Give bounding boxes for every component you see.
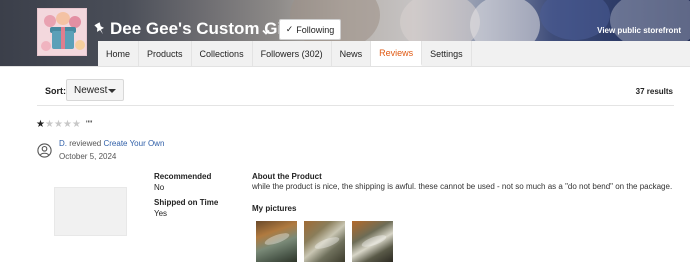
check-icon: ✓ <box>285 24 294 34</box>
review-title: "" <box>86 119 93 129</box>
chevron-down-icon[interactable] <box>261 24 271 35</box>
review-picture[interactable] <box>304 221 345 262</box>
tab-news[interactable]: News <box>331 41 372 66</box>
nav-divider <box>0 66 690 67</box>
shipped-on-time-label: Shipped on Time <box>154 198 219 207</box>
product-link[interactable]: Create Your Own <box>103 139 164 148</box>
star-rating: ★ ★ ★ ★ ★ <box>36 119 81 130</box>
tab-home[interactable]: Home <box>98 41 140 66</box>
sort-divider <box>37 105 674 106</box>
user-avatar-icon <box>37 143 52 158</box>
review-body: while the product is nice, the shipping … <box>252 182 673 191</box>
review-picture[interactable] <box>256 221 297 262</box>
recommended-value: No <box>154 183 165 192</box>
tab-reviews[interactable]: Reviews <box>371 41 423 66</box>
following-button[interactable]: ✓ Following <box>279 19 341 40</box>
nav-tabs: Home Products Collections Followers (302… <box>98 41 472 66</box>
sort-selected-value: Newest <box>74 84 108 96</box>
star-icon: ★ <box>36 119 45 130</box>
about-product-label: About the Product <box>252 172 322 181</box>
caret-down-icon <box>108 89 116 93</box>
review-date: October 5, 2024 <box>59 152 117 161</box>
reviewer-line: D. reviewed Create Your Own <box>59 139 164 148</box>
sort-label: Sort: <box>45 86 66 96</box>
review-pictures <box>256 221 393 262</box>
shop-nav: Home Products Collections Followers (302… <box>0 41 690 66</box>
star-icon: ★ <box>45 119 54 130</box>
my-pictures-label: My pictures <box>252 204 297 213</box>
product-thumbnail[interactable] <box>54 187 127 236</box>
star-icon: ★ <box>63 119 72 130</box>
recommended-label: Recommended <box>154 172 212 181</box>
reviewer-name[interactable]: D. <box>59 139 67 148</box>
reviewer-action: reviewed <box>69 139 102 148</box>
tab-followers[interactable]: Followers (302) <box>252 41 332 66</box>
sort-select[interactable]: Newest <box>66 79 124 101</box>
shop-name[interactable]: Dee Gee's Custom Gifts <box>110 19 303 39</box>
star-icon: ★ <box>54 119 63 130</box>
view-public-storefront-link[interactable]: View public storefront <box>597 26 681 35</box>
review-picture[interactable] <box>352 221 393 262</box>
following-label: Following <box>296 24 335 35</box>
tab-collections[interactable]: Collections <box>191 41 253 66</box>
star-icon: ★ <box>72 119 81 130</box>
pin-icon[interactable] <box>94 22 106 36</box>
tab-products[interactable]: Products <box>139 41 192 66</box>
tab-settings[interactable]: Settings <box>422 41 472 66</box>
shipped-on-time-value: Yes <box>154 209 168 218</box>
results-count: 37 results <box>635 87 673 96</box>
